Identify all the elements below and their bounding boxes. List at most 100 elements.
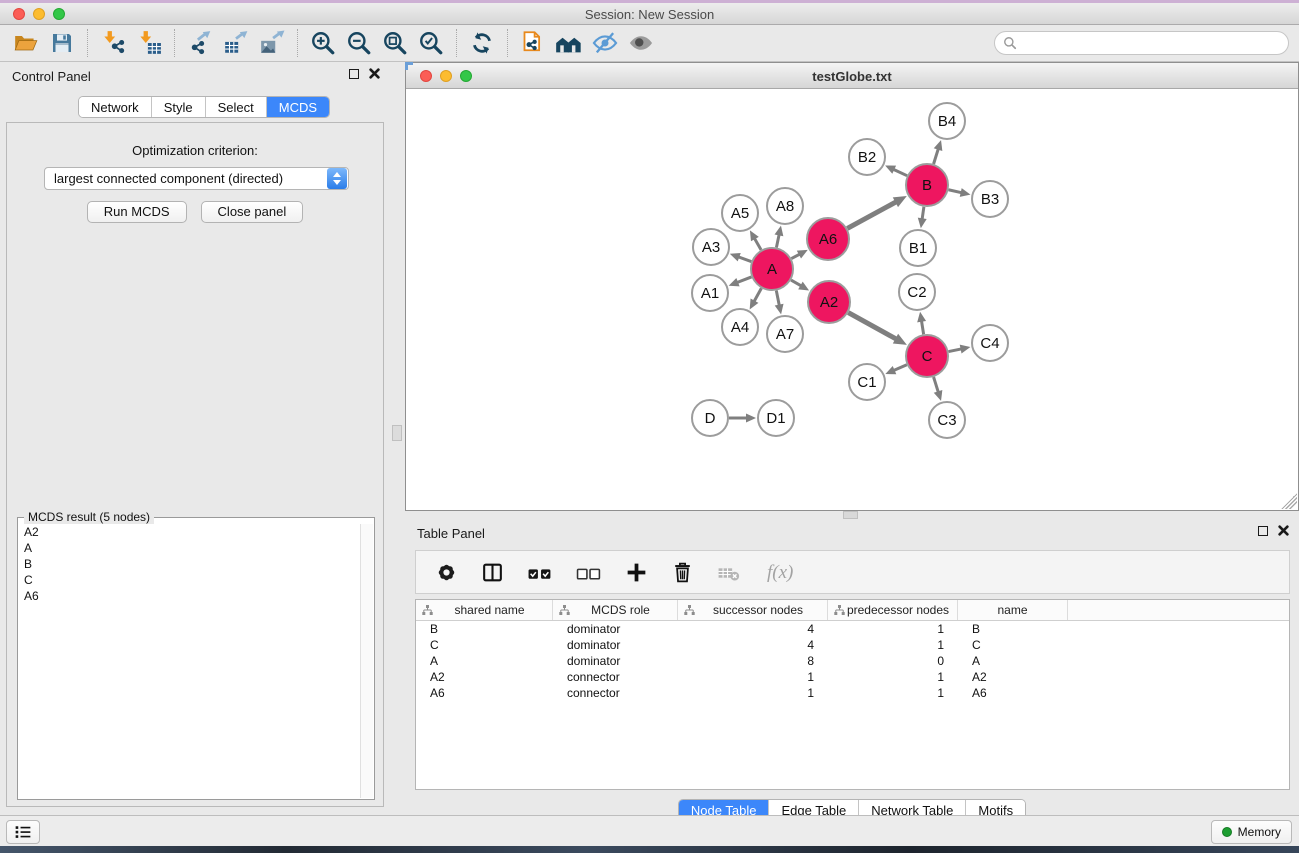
graph-edge-A-A7[interactable]	[776, 291, 779, 307]
column-header-shared-name[interactable]: shared name	[416, 600, 553, 620]
graph-edge-B-B3[interactable]	[948, 190, 962, 193]
table-options-button[interactable]	[434, 560, 459, 585]
table-cell-successor-nodes[interactable]: 4	[678, 621, 828, 637]
graph-edge-A-A1[interactable]	[736, 277, 751, 283]
open-file-button[interactable]	[8, 27, 44, 59]
graph-edge-B-B4[interactable]	[934, 148, 939, 164]
select-all-columns-button[interactable]	[526, 560, 554, 585]
graph-edge-A2-C[interactable]	[848, 313, 897, 340]
graph-edge-B-B2[interactable]	[892, 169, 907, 176]
table-row[interactable]: Adominator80A	[416, 653, 1289, 669]
float-table-panel-button[interactable]	[1258, 526, 1268, 536]
export-table-button[interactable]	[218, 27, 254, 59]
mcds-result-item[interactable]: B	[19, 556, 360, 572]
first-neighbors-button[interactable]	[551, 27, 587, 59]
table-row[interactable]: Cdominator41C	[416, 637, 1289, 653]
column-header-successor-nodes[interactable]: successor nodes	[678, 600, 828, 620]
mcds-result-item[interactable]: C	[19, 572, 360, 588]
show-columns-button[interactable]	[480, 560, 505, 585]
zoom-selected-button[interactable]	[413, 27, 449, 59]
table-cell-mcds-role[interactable]: dominator	[553, 637, 678, 653]
table-cell-shared-name[interactable]: A	[416, 653, 553, 669]
table-cell-name[interactable]: C	[958, 637, 1068, 653]
vertical-splitter[interactable]	[390, 62, 405, 815]
table-cell-predecessor-nodes[interactable]: 1	[828, 669, 958, 685]
column-header-mcds-role[interactable]: MCDS role	[553, 600, 678, 620]
graph-edge-A-A3[interactable]	[737, 256, 751, 261]
graph-edge-C-C3[interactable]	[934, 377, 939, 393]
graph-edge-C-C4[interactable]	[949, 349, 963, 352]
float-panel-button[interactable]	[349, 69, 359, 79]
vertical-splitter-handle[interactable]	[392, 425, 402, 441]
window-resize-grip[interactable]	[1281, 493, 1297, 509]
graph-edge-A-A8[interactable]	[776, 233, 779, 247]
new-network-from-selection-button[interactable]	[515, 27, 551, 59]
graph-edge-B-B1[interactable]	[922, 207, 924, 221]
task-history-button[interactable]	[6, 820, 40, 844]
table-cell-successor-nodes[interactable]: 4	[678, 637, 828, 653]
column-header-predecessor-nodes[interactable]: predecessor nodes	[828, 600, 958, 620]
memory-button[interactable]: Memory	[1211, 820, 1292, 844]
hide-selected-button[interactable]	[587, 27, 623, 59]
mcds-result-item[interactable]: A2	[19, 524, 360, 540]
create-column-button[interactable]	[624, 560, 649, 585]
table-cell-successor-nodes[interactable]: 1	[678, 685, 828, 701]
table-cell-predecessor-nodes[interactable]: 1	[828, 685, 958, 701]
table-cell-shared-name[interactable]: B	[416, 621, 553, 637]
close-panel-button[interactable]: Close panel	[201, 201, 304, 223]
table-cell-mcds-role[interactable]: connector	[553, 669, 678, 685]
table-cell-predecessor-nodes[interactable]: 0	[828, 653, 958, 669]
table-cell-name[interactable]: B	[958, 621, 1068, 637]
table-row[interactable]: A2connector11A2	[416, 669, 1289, 685]
tab-mcds[interactable]: MCDS	[267, 97, 329, 117]
graph-edge-A-A4[interactable]	[754, 288, 762, 302]
mcds-result-scrollbar[interactable]	[360, 524, 373, 798]
zoom-fit-button[interactable]	[377, 27, 413, 59]
table-row[interactable]: Bdominator41B	[416, 621, 1289, 637]
criterion-dropdown[interactable]: largest connected component (directed)	[44, 167, 349, 190]
graph-edge-A-A5[interactable]	[754, 237, 761, 250]
export-network-button[interactable]	[182, 27, 218, 59]
close-table-panel-icon[interactable]	[1278, 525, 1289, 536]
table-cell-predecessor-nodes[interactable]: 1	[828, 637, 958, 653]
export-image-button[interactable]	[254, 27, 290, 59]
table-row[interactable]: A6connector11A6	[416, 685, 1289, 701]
import-table-button[interactable]	[131, 27, 167, 59]
table-cell-mcds-role[interactable]: connector	[553, 685, 678, 701]
search-input[interactable]	[1017, 36, 1267, 50]
table-cell-name[interactable]: A	[958, 653, 1068, 669]
tab-select[interactable]: Select	[206, 97, 267, 117]
table-cell-successor-nodes[interactable]: 8	[678, 653, 828, 669]
refresh-button[interactable]	[464, 27, 500, 59]
close-panel-icon[interactable]	[369, 68, 380, 79]
unselect-all-columns-button[interactable]	[575, 560, 603, 585]
table-cell-shared-name[interactable]: C	[416, 637, 553, 653]
run-mcds-button[interactable]: Run MCDS	[87, 201, 187, 223]
mcds-result-item[interactable]: A	[19, 540, 360, 556]
table-cell-name[interactable]: A2	[958, 669, 1068, 685]
graph-edge-C-C1[interactable]	[893, 365, 907, 371]
table-cell-shared-name[interactable]: A6	[416, 685, 553, 701]
tab-network[interactable]: Network	[79, 97, 152, 117]
table-cell-mcds-role[interactable]: dominator	[553, 653, 678, 669]
table-cell-name[interactable]: A6	[958, 685, 1068, 701]
mcds-result-item[interactable]: A6	[19, 588, 360, 604]
table-cell-shared-name[interactable]: A2	[416, 669, 553, 685]
show-graphics-details-button[interactable]	[623, 27, 659, 59]
delete-columns-button[interactable]	[670, 560, 695, 585]
horizontal-splitter-handle[interactable]	[843, 511, 858, 519]
mcds-result-list[interactable]: A2ABCA6	[19, 524, 360, 798]
table-cell-mcds-role[interactable]: dominator	[553, 621, 678, 637]
import-network-button[interactable]	[95, 27, 131, 59]
table-cell-successor-nodes[interactable]: 1	[678, 669, 828, 685]
zoom-in-button[interactable]	[305, 27, 341, 59]
column-header-name[interactable]: name	[958, 600, 1068, 620]
network-graph-canvas[interactable]: AA1A2A3A4A5A6A7A8BB1B2B3B4CC1C2C3C4DD1	[406, 89, 1298, 510]
graph-edge-C-C2[interactable]	[921, 320, 923, 335]
tab-style[interactable]: Style	[152, 97, 206, 117]
table-cell-predecessor-nodes[interactable]: 1	[828, 621, 958, 637]
zoom-out-button[interactable]	[341, 27, 377, 59]
search-field[interactable]	[994, 31, 1289, 55]
graph-edge-A6-B[interactable]	[847, 201, 897, 228]
save-session-button[interactable]	[44, 27, 80, 59]
